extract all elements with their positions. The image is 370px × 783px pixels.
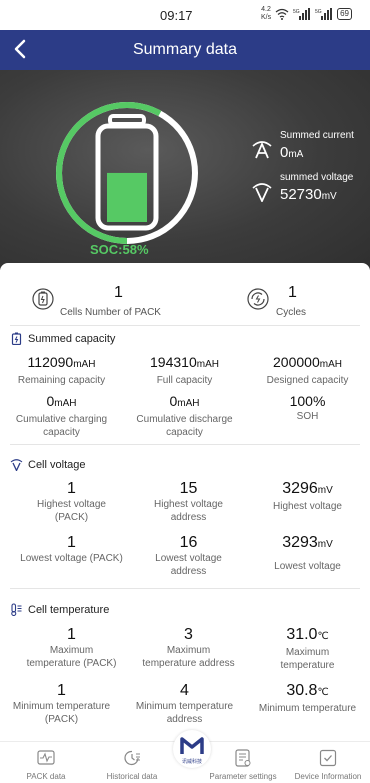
network-speed: 4.2 K/s [260, 6, 272, 21]
cycles-label: Cycles [276, 307, 307, 318]
lowest-voltage: 3293mV Lowest voltage [274, 534, 341, 572]
summed-current-value: 0mA [280, 144, 304, 161]
app-logo-button[interactable]: 讯威科技 [173, 730, 211, 768]
nav-historical-data[interactable]: Historical data [92, 742, 172, 783]
highest-voltage-address: 15 Highest voltage address [154, 480, 223, 523]
max-temperature-pack: 1 Maximum temperature (PACK) [26, 626, 117, 669]
cell-temperature-title: Cell temperature [28, 603, 110, 616]
cell-temperature-header: Cell temperature [10, 603, 109, 616]
svg-text:5G: 5G [293, 9, 300, 15]
cell-voltage-title: Cell voltage [28, 458, 86, 471]
summed-capacity-header: Summed capacity [10, 332, 115, 345]
battery-indicator: 69 [337, 8, 352, 20]
battery-overview: SOC:58% Summed current 0mA summed voltag… [0, 70, 370, 270]
pack-stats-row: 1 Cells Number of PACK 1 Cycles [0, 263, 370, 325]
history-icon [124, 750, 140, 766]
device-info-icon [319, 749, 337, 767]
soc-label: SOC:58% [90, 242, 149, 257]
min-temperature-address: 4 Minimum temperature address [135, 682, 234, 725]
lowest-voltage-address: 16 Lowest voltage address [155, 534, 222, 577]
cells-number-value: 1 [114, 284, 123, 301]
status-time: 09:17 [160, 8, 193, 23]
page-title: Summary data [132, 41, 238, 58]
soc-gauge [56, 102, 198, 244]
current-icon [252, 141, 272, 159]
signal-icon-2: 5G [315, 8, 333, 20]
summed-current-label: Summed current [280, 130, 354, 141]
battery-icon [95, 114, 159, 231]
cumulative-discharge: 0mAH Cumulative discharge capacity [136, 393, 233, 438]
designed-capacity: 200000mAH Designed capacity [266, 354, 349, 386]
app-header: Summary data [0, 30, 370, 70]
cells-number-label: Cells Number of PACK [60, 307, 161, 318]
battery-cell-icon [32, 288, 54, 310]
summed-voltage-value: 52730mV [280, 186, 337, 203]
battery-section-icon [11, 332, 22, 345]
status-bar: 09:17 4.2 K/s 5G 5G 69 [0, 0, 370, 30]
cycles-value: 1 [288, 284, 297, 301]
highest-voltage: 3296mV Highest voltage [273, 480, 342, 512]
divider [10, 444, 360, 445]
highest-voltage-pack: 1 Highest voltage (PACK) [37, 480, 106, 523]
lowest-voltage-pack: 1 Lowest voltage (PACK) [20, 534, 123, 564]
logo-text: 讯威科技 [182, 758, 202, 765]
nav-label: Historical data [106, 772, 158, 781]
status-icons: 4.2 K/s 5G 5G 69 [261, 6, 352, 22]
voltage-icon [252, 183, 272, 202]
pack-data-icon [37, 750, 55, 765]
settings-list-icon [235, 749, 251, 767]
cell-voltage-header: Cell voltage [10, 458, 85, 471]
voltage-section-icon [10, 459, 23, 471]
thermometer-icon [11, 603, 22, 616]
signal-icon: 5G [293, 8, 311, 20]
summary-card: 1 Cells Number of PACK 1 Cycles Summed c… [0, 263, 370, 741]
remaining-capacity: 112090mAH Remaining capacity [17, 354, 106, 386]
cycles-icon [247, 288, 269, 310]
logo-icon: 讯威科技 [180, 737, 204, 765]
max-temperature: 31.0℃ Maximum temperature [280, 626, 335, 671]
nav-parameter-settings[interactable]: Parameter settings [203, 742, 283, 783]
min-temperature-pack: 1 Minimum temperature (PACK) [12, 682, 111, 725]
nav-pack-data[interactable]: PACK data [6, 742, 86, 783]
nav-label: Parameter settings [209, 772, 277, 781]
soh: 100% SOH [289, 393, 326, 422]
summed-voltage-label: summed voltage [280, 172, 354, 183]
full-capacity: 194310mAH Full capacity [150, 354, 219, 386]
cumulative-charging: 0mAH Cumulative charging capacity [15, 393, 108, 438]
summed-capacity-title: Summed capacity [28, 332, 116, 345]
divider [10, 325, 360, 326]
nav-label: Device Information [294, 772, 362, 781]
svg-text:5G: 5G [315, 9, 322, 15]
wifi-icon [275, 8, 289, 20]
nav-device-information[interactable]: Device Information [288, 742, 368, 783]
max-temperature-address: 3 Maximum temperature address [142, 626, 235, 669]
divider [10, 588, 360, 589]
nav-label: PACK data [26, 772, 66, 781]
min-temperature: 30.8℃ Minimum temperature [258, 682, 357, 714]
